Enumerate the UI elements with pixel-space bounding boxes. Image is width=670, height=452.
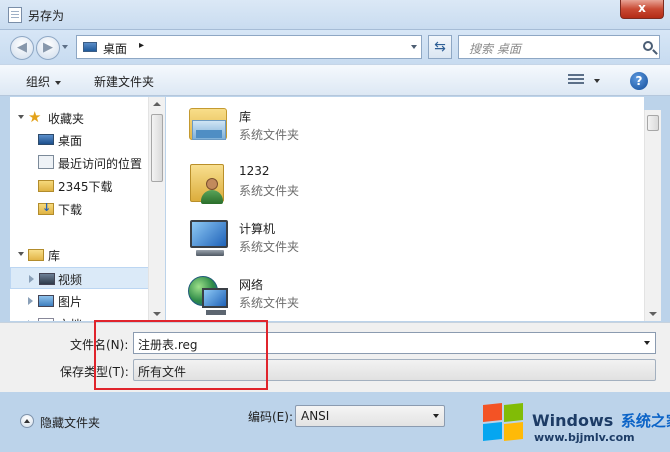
computer-icon [186, 216, 230, 260]
scrollbar-thumb[interactable] [151, 114, 163, 182]
list-item[interactable]: 计算机 系统文件夹 [186, 214, 486, 266]
downloads-folder-icon [38, 201, 54, 215]
expand-arrow-icon[interactable] [28, 297, 33, 305]
nav-item-favorites[interactable]: ★ 收藏夹 [10, 107, 150, 129]
expand-icon[interactable] [18, 252, 24, 256]
file-name: 库 [239, 110, 252, 124]
watermark-title: Windows 系统之家 [532, 410, 670, 431]
scroll-up-icon[interactable] [153, 102, 161, 106]
close-button[interactable]: x [620, 0, 664, 19]
list-item[interactable]: 1232 系统文件夹 [186, 158, 486, 210]
back-arrow-icon: ◀ [17, 40, 27, 55]
library-icon [186, 104, 230, 148]
desktop-icon [38, 134, 54, 145]
back-button[interactable]: ◀ [10, 36, 34, 60]
encoding-select[interactable]: ANSI [295, 405, 445, 427]
watermark-url: www.bjjmlv.com [534, 431, 635, 444]
star-icon: ★ [28, 108, 42, 126]
new-folder-button[interactable]: 新建文件夹 [94, 73, 154, 90]
help-icon[interactable]: ? [630, 72, 648, 90]
scroll-down-icon[interactable] [649, 312, 657, 316]
desktop-icon [83, 42, 97, 52]
annotation-highlight [94, 320, 268, 390]
nav-pane-scrollbar[interactable] [148, 97, 165, 321]
documents-library-icon [38, 318, 54, 321]
search-icon[interactable] [643, 41, 653, 51]
search-placeholder: 搜索 桌面 [469, 42, 521, 56]
folder-icon [38, 180, 54, 192]
collapse-up-icon [20, 414, 34, 428]
search-input[interactable]: 搜索 桌面 [458, 35, 660, 59]
window-title: 另存为 [28, 9, 65, 23]
nav-item-libraries[interactable]: 库 [10, 244, 150, 266]
nav-label: 桌面 [58, 134, 83, 148]
organize-button[interactable]: 组织 [26, 73, 62, 90]
nav-label: 视频 [58, 273, 83, 287]
encoding-label: 编码(E): [248, 410, 293, 424]
file-name: 网络 [239, 278, 264, 292]
library-icon [28, 249, 44, 261]
nav-item-desktop[interactable]: 桌面 [10, 129, 150, 151]
user-folder-icon [186, 160, 230, 204]
organize-label: 组织 [26, 75, 51, 89]
file-name: 计算机 [239, 222, 276, 236]
address-bar[interactable]: 桌面 ▸ [76, 35, 422, 59]
nav-label: 图片 [58, 295, 83, 309]
file-list: 库 系统文件夹 1232 系统文件夹 计算机 系统文件夹 网络 系统文件夹 [166, 97, 644, 321]
hide-folders-button[interactable]: 隐藏文件夹 [20, 414, 110, 430]
file-type: 系统文件夹 [239, 184, 300, 198]
nav-item-downloads[interactable]: 下载 [10, 198, 150, 220]
expand-arrow-icon[interactable] [28, 320, 33, 321]
notepad-icon [8, 7, 22, 23]
nav-item-videos[interactable]: 视频 [10, 267, 150, 289]
nav-item-2345-downloads[interactable]: 2345下载 [10, 175, 150, 197]
video-library-icon [39, 273, 55, 285]
view-dropdown-icon[interactable] [594, 79, 600, 83]
list-item[interactable]: 库 系统文件夹 [186, 102, 486, 154]
expand-arrow-icon[interactable] [29, 275, 34, 283]
windows-logo-icon [483, 403, 525, 442]
nav-label: 2345下载 [58, 180, 113, 194]
title-bar: 另存为 x [0, 0, 670, 30]
chevron-down-icon[interactable] [644, 341, 650, 345]
refresh-button[interactable]: ⇆ [428, 35, 452, 59]
nav-label: 文档 [58, 316, 82, 321]
breadcrumb-chevron-icon[interactable]: ▸ [139, 40, 144, 51]
navigation-pane: ★ 收藏夹 桌面 最近访问的位置 2345下载 下载 库 视频 图片 文档 [10, 97, 160, 321]
file-type: 系统文件夹 [239, 296, 300, 310]
watermark-brand: Windows [532, 411, 614, 430]
breadcrumb-desktop[interactable]: 桌面 [103, 40, 127, 57]
file-type: 系统文件夹 [239, 240, 300, 254]
network-icon [186, 272, 230, 316]
file-list-scrollbar[interactable] [644, 110, 661, 321]
recent-places-icon [38, 155, 54, 169]
command-toolbar: 组织 新建文件夹 ? [0, 64, 670, 96]
nav-item-pictures[interactable]: 图片 [10, 290, 150, 312]
nav-label: 最近访问的位置 [58, 157, 143, 171]
view-options-icon[interactable] [568, 74, 584, 86]
nav-item-recent-places[interactable]: 最近访问的位置 [10, 152, 150, 174]
file-type: 系统文件夹 [239, 128, 300, 142]
nav-label: 收藏夹 [48, 112, 85, 126]
pictures-library-icon [38, 295, 54, 307]
list-item[interactable]: 网络 系统文件夹 [186, 270, 486, 321]
forward-button[interactable]: ▶ [36, 36, 60, 60]
scrollbar-thumb[interactable] [647, 115, 659, 131]
nav-label: 下载 [58, 203, 83, 217]
nav-label: 库 [48, 249, 61, 263]
recent-locations-dropdown[interactable] [62, 45, 68, 49]
address-dropdown-icon[interactable] [411, 45, 417, 49]
chevron-down-icon [55, 80, 62, 85]
chevron-down-icon[interactable] [433, 414, 439, 418]
hide-folders-label: 隐藏文件夹 [40, 416, 101, 430]
expand-icon[interactable] [18, 115, 24, 119]
watermark-brand-suffix: 系统之家 [620, 412, 670, 430]
encoding-value: ANSI [301, 409, 330, 423]
address-row: ◀ ▶ 桌面 ▸ ⇆ 搜索 桌面 [0, 30, 670, 64]
file-name: 1232 [239, 164, 270, 178]
refresh-icon: ⇆ [434, 39, 446, 55]
forward-arrow-icon: ▶ [43, 40, 53, 55]
scroll-down-icon[interactable] [153, 312, 161, 316]
